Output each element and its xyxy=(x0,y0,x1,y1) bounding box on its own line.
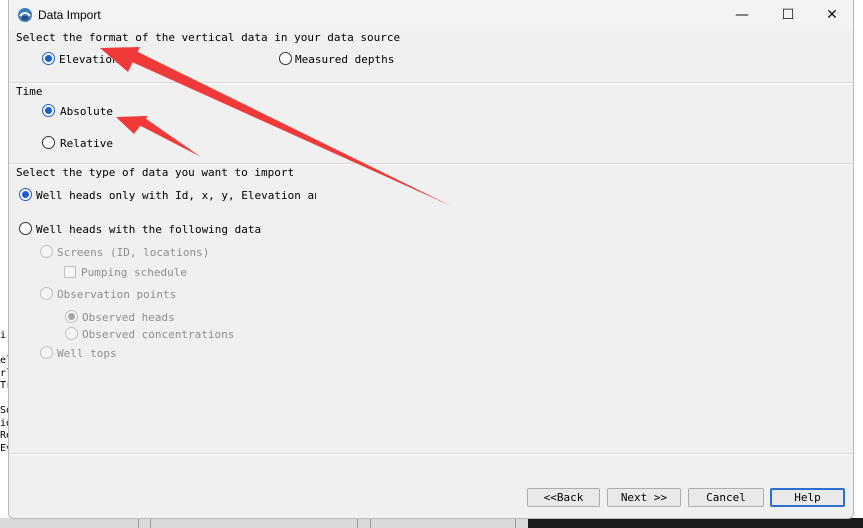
background-window-bottom xyxy=(0,518,528,528)
observed-concentrations-label: Observed concentrations xyxy=(82,328,235,341)
observation-points-label: Observation points xyxy=(57,288,177,301)
relative-label: Relative xyxy=(60,137,113,150)
back-button[interactable]: <<Back xyxy=(527,488,600,507)
help-button[interactable]: Help xyxy=(770,488,845,507)
screens-radio[interactable] xyxy=(40,245,53,258)
vertical-format-heading: Select the format of the vertical data i… xyxy=(16,31,401,44)
data-import-dialog: Data Import — ☐ ✕ Select the format of t… xyxy=(8,0,854,519)
background-window-right xyxy=(853,0,863,528)
well-heads-only-radio[interactable] xyxy=(19,188,32,201)
observed-concentrations-radio[interactable] xyxy=(65,327,78,340)
well-heads-with-data-radio[interactable] xyxy=(19,222,32,235)
pumping-schedule-label: Pumping schedule xyxy=(81,266,187,279)
observed-heads-radio[interactable] xyxy=(65,310,78,323)
separator xyxy=(9,164,853,165)
next-button[interactable]: Next >> xyxy=(607,488,681,507)
maximize-button[interactable]: ☐ xyxy=(765,0,811,30)
background-taskbar-area xyxy=(528,518,863,528)
window-title: Data Import xyxy=(38,8,101,22)
observed-heads-label: Observed heads xyxy=(82,311,175,324)
close-button[interactable]: ✕ xyxy=(809,0,855,30)
data-type-heading: Select the type of data you want to impo… xyxy=(16,166,295,179)
app-icon xyxy=(18,8,32,22)
cancel-button[interactable]: Cancel xyxy=(688,488,764,507)
elevation-label: Elevation xyxy=(59,53,119,66)
well-heads-only-label: Well heads only with Id, x, y, Elevation… xyxy=(36,189,316,202)
observation-points-radio[interactable] xyxy=(40,287,53,300)
absolute-label: Absolute xyxy=(60,105,113,118)
pumping-schedule-checkbox[interactable] xyxy=(64,266,76,278)
relative-radio[interactable] xyxy=(42,136,55,149)
separator xyxy=(9,454,853,455)
well-tops-label: Well tops xyxy=(57,347,117,360)
screens-label: Screens (ID, locations) xyxy=(57,246,210,259)
elevation-radio[interactable] xyxy=(42,52,55,65)
separator xyxy=(9,83,853,84)
minimize-button[interactable]: — xyxy=(719,0,765,30)
title-bar[interactable]: Data Import — ☐ ✕ xyxy=(9,0,853,30)
absolute-radio[interactable] xyxy=(42,104,55,117)
well-tops-radio[interactable] xyxy=(40,346,53,359)
measured-depths-label: Measured depths xyxy=(295,53,395,66)
well-heads-with-data-label: Well heads with the following data xyxy=(36,223,262,236)
background-window-text: i el rl Tr So id Re Ev xyxy=(0,330,8,454)
time-heading: Time xyxy=(16,85,43,98)
measured-depths-radio[interactable] xyxy=(279,52,292,65)
